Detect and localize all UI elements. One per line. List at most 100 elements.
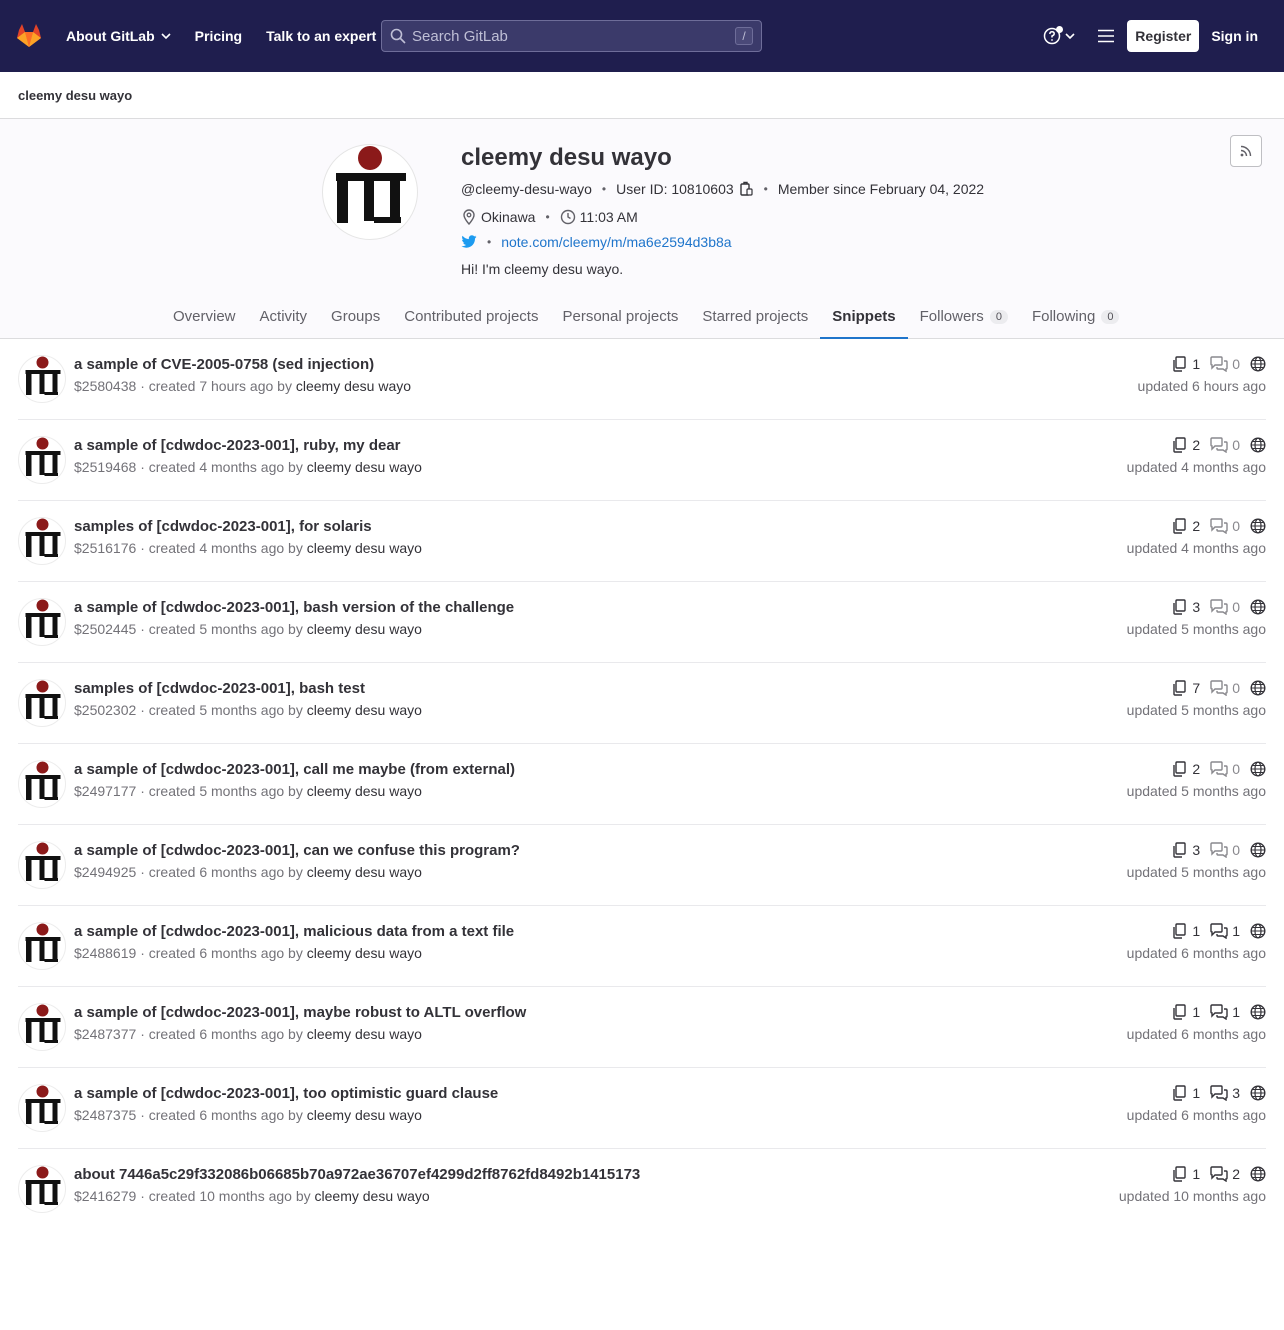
rss-button[interactable]	[1230, 135, 1262, 167]
snippet-author-link[interactable]: cleemy desu wayo	[315, 1188, 430, 1204]
avatar[interactable]	[18, 1003, 66, 1051]
gitlab-logo-icon[interactable]	[16, 23, 42, 49]
snippet-meta: $2580438 · created 7 hours ago by cleemy…	[74, 378, 411, 394]
tab-activity[interactable]: Activity	[248, 294, 320, 339]
documents-icon	[1173, 842, 1187, 858]
snippet-author-link[interactable]: cleemy desu wayo	[307, 1026, 422, 1042]
website-link[interactable]: note.com/cleemy/m/ma6e2594d3b8a	[501, 234, 731, 250]
snippet-title-link[interactable]: samples of [cdwdoc-2023-001], for solari…	[74, 518, 372, 535]
sign-in-link[interactable]: Sign in	[1211, 28, 1258, 44]
tab-overview[interactable]: Overview	[161, 294, 248, 339]
avatar[interactable]	[18, 841, 66, 889]
snippet-created: created 6 months ago by	[148, 864, 303, 880]
snippet-stats: 7 0	[1172, 680, 1266, 696]
file-count-value: 3	[1192, 842, 1201, 858]
avatar[interactable]	[18, 760, 66, 808]
snippet-id: $2519468	[74, 459, 137, 475]
snippet-author-link[interactable]: cleemy desu wayo	[307, 702, 422, 718]
hamburger-menu-icon[interactable]	[1097, 29, 1115, 43]
separator-dot: ·	[140, 621, 149, 637]
avatar[interactable]	[18, 922, 66, 970]
snippet-title-link[interactable]: a sample of [cdwdoc-2023-001], too optim…	[74, 1085, 498, 1102]
profile-meta-row: @cleemy-desu-wayo • User ID: 10810603 • …	[461, 181, 984, 197]
tab-personal-projects[interactable]: Personal projects	[550, 294, 690, 339]
tab-starred-projects[interactable]: Starred projects	[690, 294, 820, 339]
snippet-stats: 2 0	[1172, 518, 1266, 534]
avatar[interactable]	[18, 355, 66, 403]
snippet-stats: 3 0	[1172, 599, 1266, 615]
snippet-title-link[interactable]: about 7446a5c29f332086b06685b70a972ae367…	[74, 1166, 640, 1183]
about-gitlab-menu[interactable]: About GitLab	[66, 28, 171, 44]
avatar[interactable]	[18, 436, 66, 484]
snippet-title-link[interactable]: a sample of [cdwdoc-2023-001], maybe rob…	[74, 1004, 526, 1021]
globe-icon	[1250, 761, 1266, 777]
comment-count-value: 0	[1232, 437, 1240, 453]
register-button[interactable]: Register	[1127, 20, 1200, 52]
search-input[interactable]: Search GitLab /	[381, 20, 762, 52]
snippet-author-link[interactable]: cleemy desu wayo	[307, 459, 422, 475]
documents-icon	[1173, 1004, 1187, 1020]
file-count: 1	[1172, 1166, 1200, 1182]
user-id-text: User ID: 10810603	[616, 181, 734, 197]
snippet-author-link[interactable]: cleemy desu wayo	[307, 621, 422, 637]
tab-groups[interactable]: Groups	[319, 294, 392, 339]
snippet-title-link[interactable]: a sample of [cdwdoc-2023-001], bash vers…	[74, 599, 514, 616]
snippet-title-link[interactable]: a sample of CVE-2005-0758 (sed injection…	[74, 356, 374, 373]
avatar[interactable]	[18, 1084, 66, 1132]
profile-tabs: Overview Activity Groups Contributed pro…	[161, 294, 1131, 339]
snippet-title-link[interactable]: samples of [cdwdoc-2023-001], bash test	[74, 680, 365, 697]
file-count-value: 1	[1192, 1004, 1201, 1020]
snippet-title-link[interactable]: a sample of [cdwdoc-2023-001], can we co…	[74, 842, 520, 859]
snippet-author-link[interactable]: cleemy desu wayo	[307, 864, 422, 880]
globe-icon	[1250, 1004, 1266, 1020]
tab-followers[interactable]: Followers 0	[908, 294, 1020, 339]
snippet-author-link[interactable]: cleemy desu wayo	[307, 1107, 422, 1123]
comments-icon	[1210, 356, 1228, 372]
comment-count: 0	[1210, 680, 1240, 696]
snippet-author-link[interactable]: cleemy desu wayo	[307, 945, 422, 961]
twitter-icon[interactable]	[461, 235, 477, 249]
talk-to-expert-link[interactable]: Talk to an expert	[266, 28, 376, 44]
tab-snippets[interactable]: Snippets	[820, 294, 907, 339]
breadcrumb-user-link[interactable]: cleemy desu wayo	[18, 88, 132, 103]
snippet-id: $2502445	[74, 621, 137, 637]
globe-icon	[1250, 842, 1266, 858]
pricing-link[interactable]: Pricing	[195, 28, 242, 44]
avatar[interactable]	[18, 1165, 66, 1213]
comment-count: 0	[1210, 842, 1240, 858]
tab-contributed-projects[interactable]: Contributed projects	[392, 294, 550, 339]
documents-icon	[1173, 1085, 1187, 1101]
comment-count-value: 1	[1232, 1004, 1240, 1020]
snippet-title-link[interactable]: a sample of [cdwdoc-2023-001], ruby, my …	[74, 437, 401, 454]
snippet-author-link[interactable]: cleemy desu wayo	[307, 540, 422, 556]
file-count: 3	[1172, 599, 1200, 615]
snippet-meta: $2519468 · created 4 months ago by cleem…	[74, 459, 422, 475]
comments-icon	[1210, 923, 1228, 939]
local-time-text: 11:03 AM	[579, 209, 638, 225]
snippet-title-link[interactable]: a sample of [cdwdoc-2023-001], call me m…	[74, 761, 515, 778]
avatar[interactable]	[18, 517, 66, 565]
comments-icon	[1210, 599, 1228, 615]
separator-dot: ·	[140, 945, 149, 961]
snippet-updated: updated 4 months ago	[1126, 540, 1266, 556]
separator-dot: ·	[140, 1026, 149, 1042]
avatar[interactable]	[18, 598, 66, 646]
breadcrumb: cleemy desu wayo	[0, 72, 1284, 119]
snippet-updated: updated 5 months ago	[1126, 621, 1266, 637]
snippet-author-link[interactable]: cleemy desu wayo	[296, 378, 411, 394]
snippet-author-link[interactable]: cleemy desu wayo	[307, 783, 422, 799]
comment-count-value: 0	[1232, 842, 1240, 858]
avatar[interactable]	[18, 679, 66, 727]
avatar[interactable]	[322, 144, 418, 240]
tab-following[interactable]: Following 0	[1020, 294, 1132, 339]
copy-icon[interactable]	[738, 181, 754, 197]
help-menu-button[interactable]	[1043, 26, 1075, 45]
notification-dot	[1056, 26, 1064, 33]
snippet-title-link[interactable]: a sample of [cdwdoc-2023-001], malicious…	[74, 923, 514, 940]
comment-count: 1	[1210, 1004, 1240, 1020]
snippet-meta: $2488619 · created 6 months ago by cleem…	[74, 945, 422, 961]
file-count: 1	[1172, 1085, 1200, 1101]
file-count: 2	[1172, 518, 1200, 534]
snippet-id: $2580438	[74, 378, 137, 394]
snippet-id: $2488619	[74, 945, 137, 961]
